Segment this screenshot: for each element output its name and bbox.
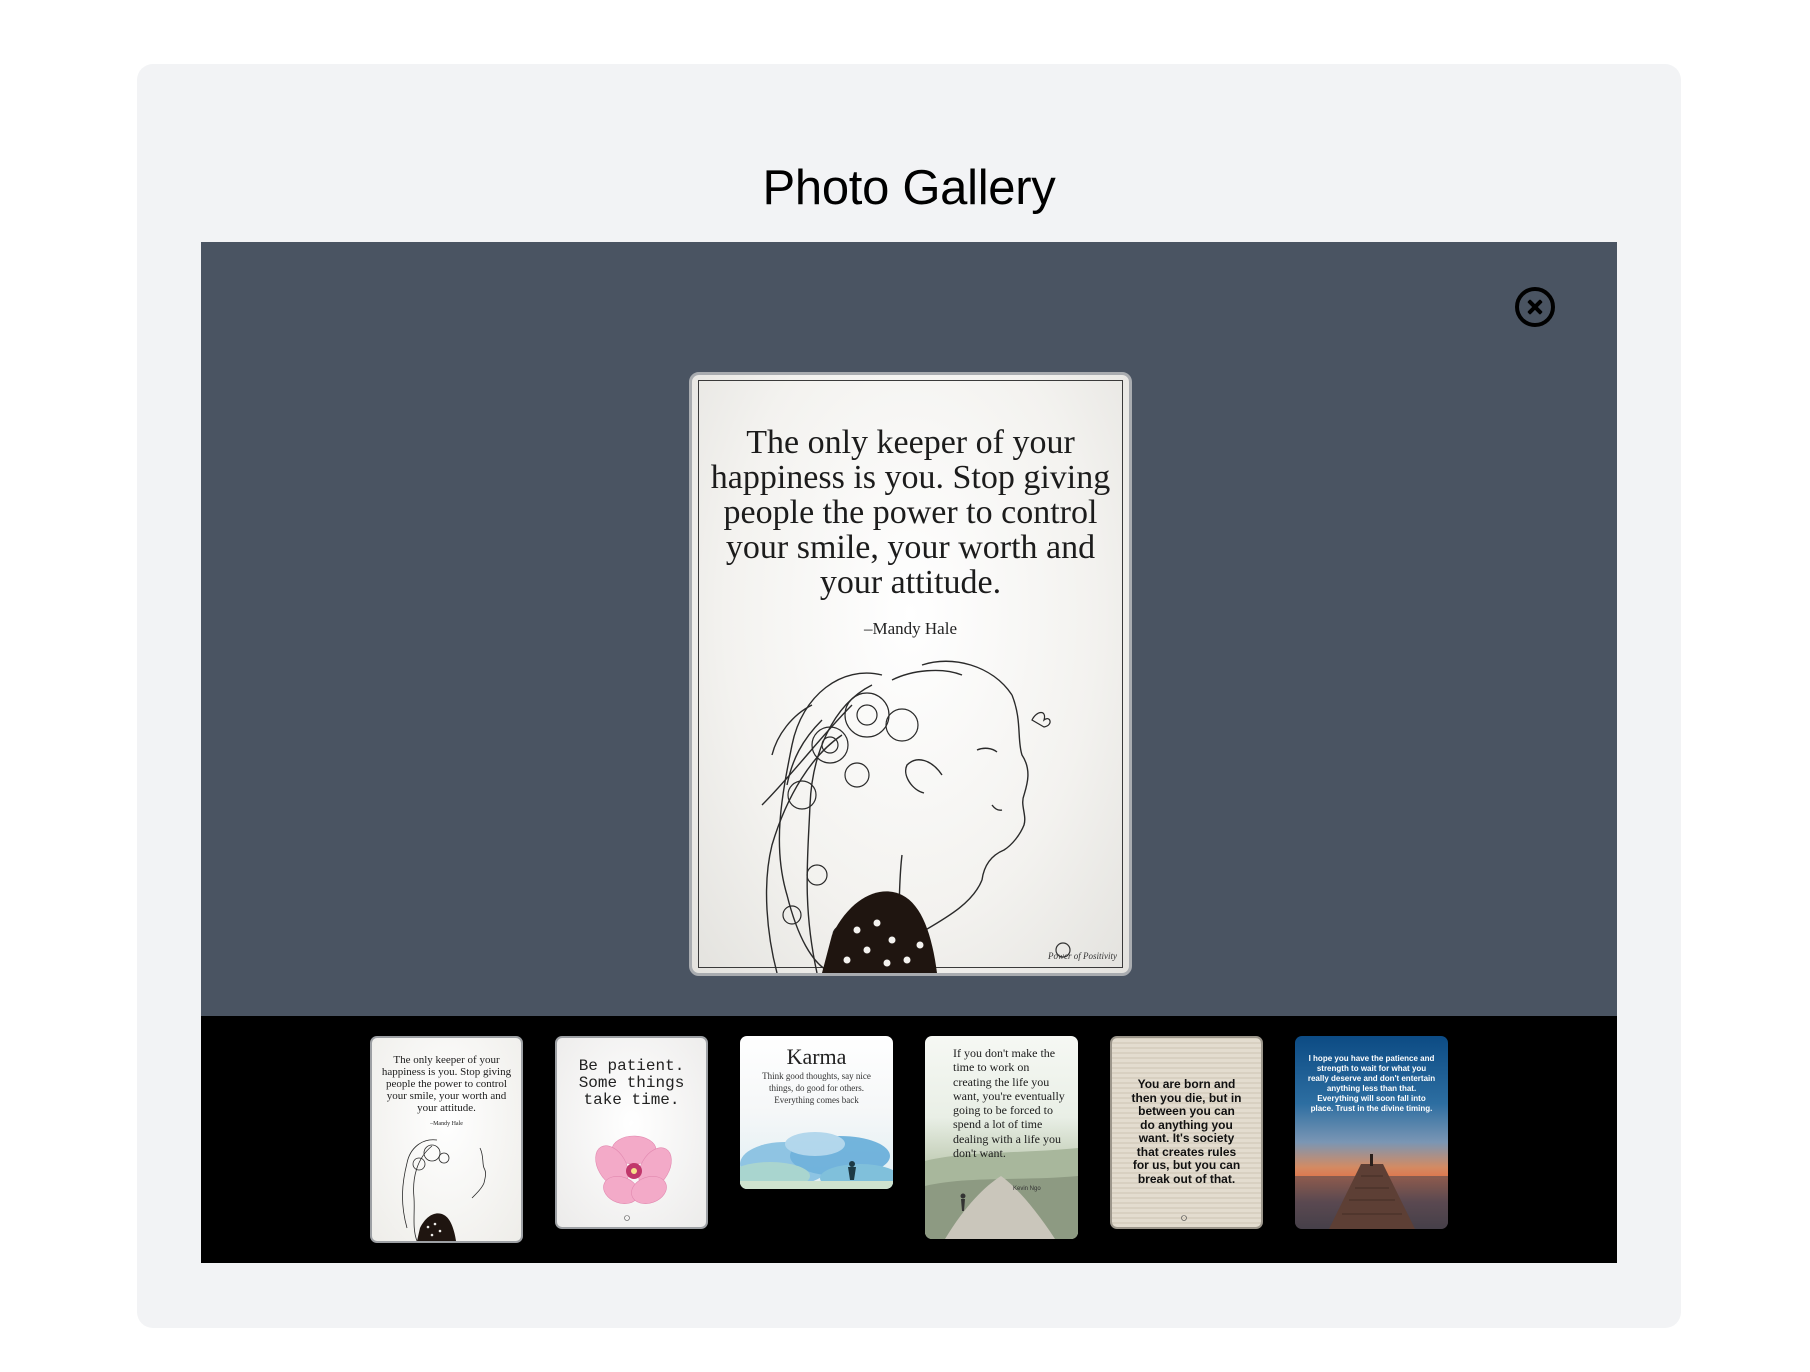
thumbnail-strip: The only keeper of your happiness is you… [201, 1016, 1617, 1263]
watercolor-landscape-image [740, 1132, 893, 1189]
woman-sketch-thumbnail [402, 1139, 486, 1241]
thumbnail-3[interactable]: Karma Think good thoughts, say nice thin… [740, 1036, 893, 1189]
logo-icon [1181, 1215, 1187, 1221]
lightbox-viewer: The only keeper of your happiness is you… [201, 242, 1617, 1263]
close-icon[interactable] [1515, 287, 1555, 327]
thumbnail-2[interactable]: Be patient. Some things take time. [555, 1036, 708, 1229]
thumbnail-6-text: I hope you have the patience and strengt… [1307, 1054, 1436, 1113]
woman-sketch-illustration [761, 660, 1071, 973]
thumbnail-6[interactable]: I hope you have the patience and strengt… [1295, 1036, 1448, 1229]
watermark-text: Power of Positivity [1048, 951, 1117, 961]
pink-flower-image [595, 1135, 672, 1221]
thumbnail-1[interactable]: The only keeper of your happiness is you… [370, 1036, 523, 1243]
thumbnail-4-text: If you don't make the time to work on cr… [953, 1046, 1065, 1161]
photo-stage: The only keeper of your happiness is you… [201, 242, 1617, 1016]
page-title: Photo Gallery [762, 161, 1056, 215]
main-photo: The only keeper of your happiness is you… [689, 372, 1132, 976]
gallery-card: Photo Gallery The only keeper of your ha… [137, 64, 1681, 1328]
thumbnail-5[interactable]: You are born and then you die, but in be… [1110, 1036, 1263, 1229]
thumbnail-4[interactable]: If you don't make the time to work on cr… [925, 1036, 1078, 1239]
thumbnail-4-author: Kevin Ngo [1013, 1186, 1041, 1192]
